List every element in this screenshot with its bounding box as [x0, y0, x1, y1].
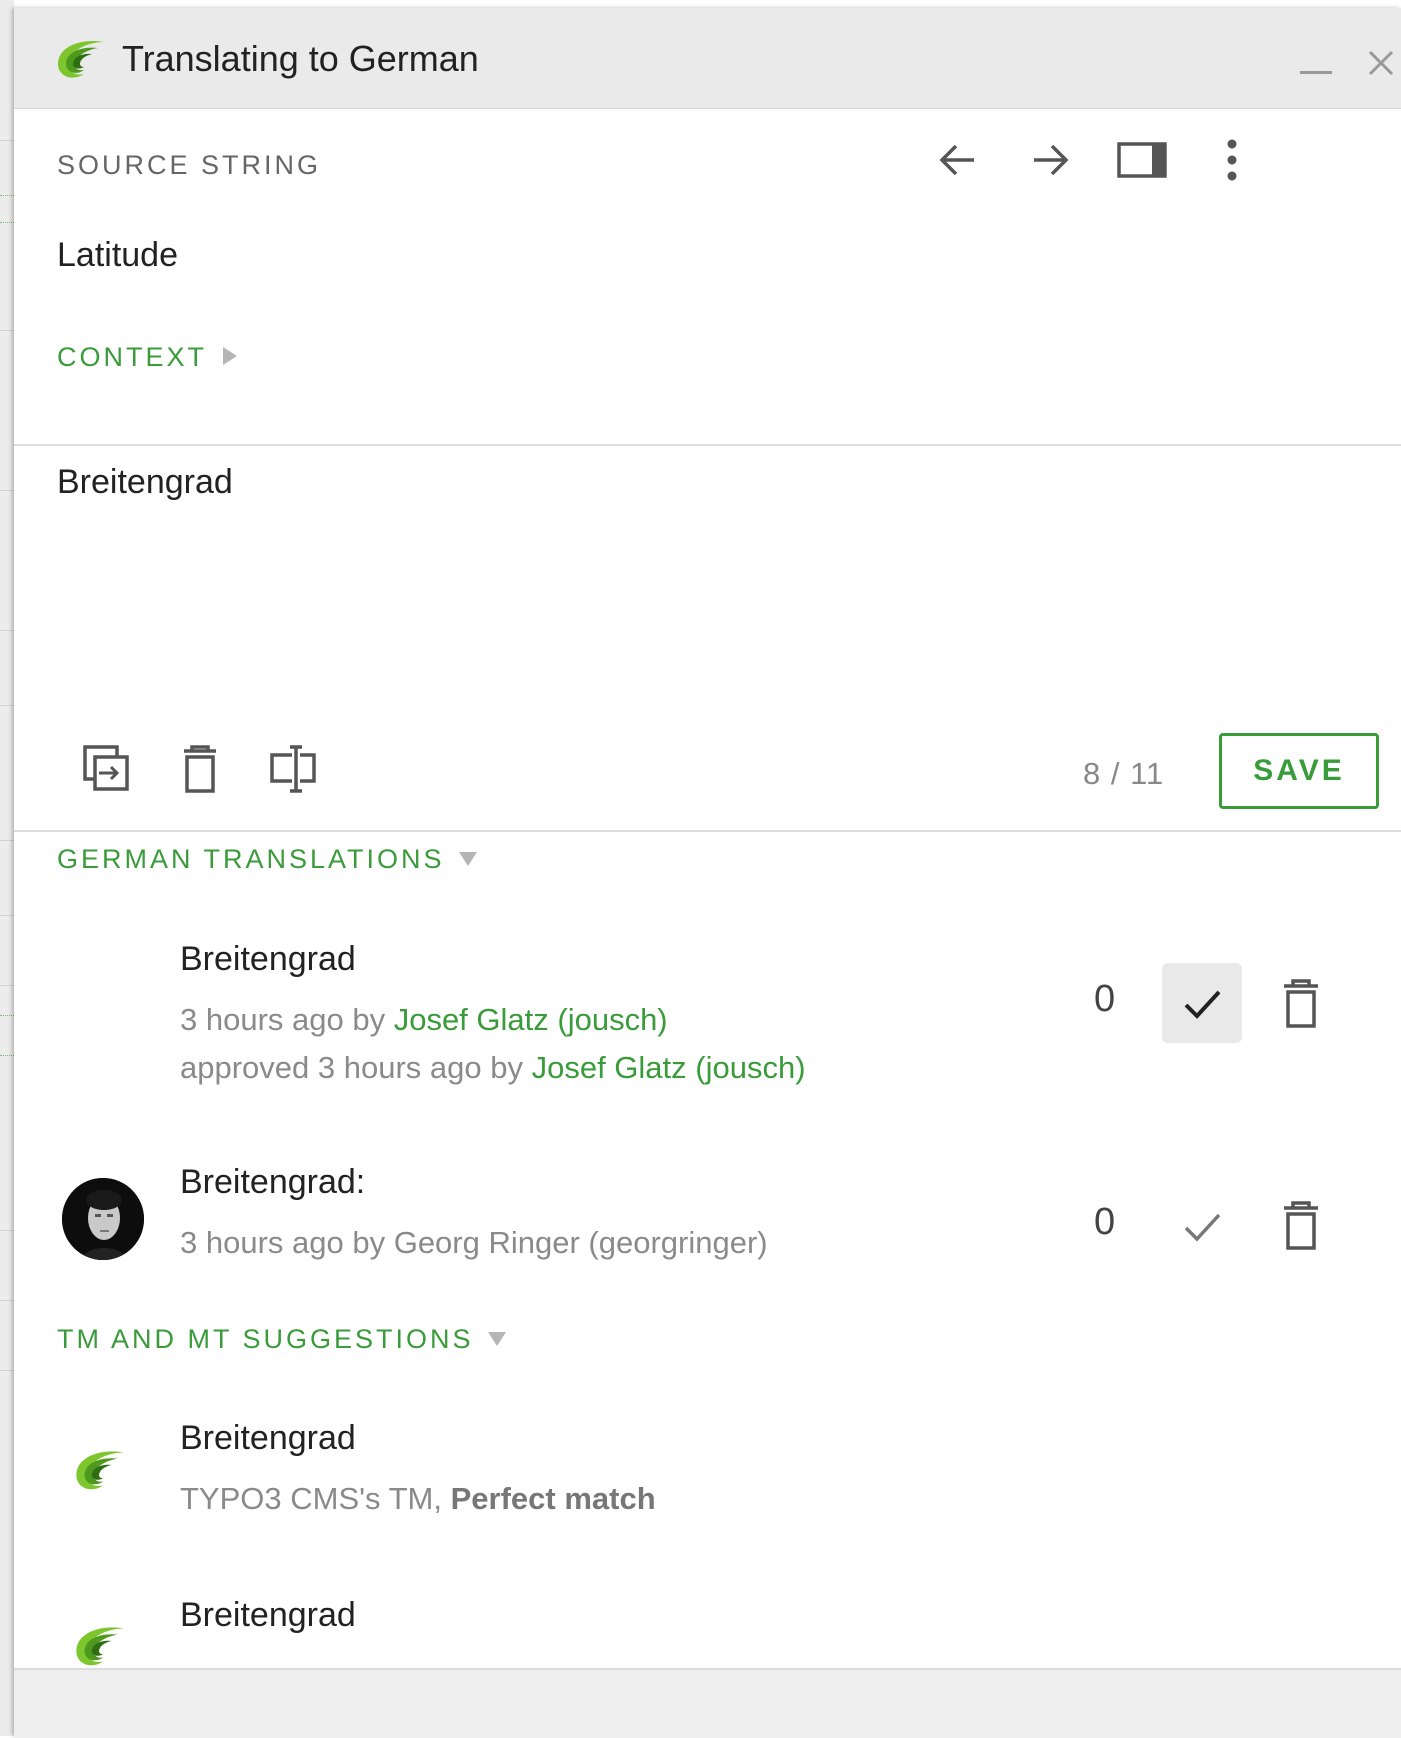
- copy-source-icon: [83, 745, 129, 791]
- crowdin-logo-icon: [66, 1620, 128, 1675]
- background-page: [0, 0, 14, 1736]
- suggestion-meta: TYPO3 CMS's TM, Perfect match: [180, 1481, 656, 1516]
- translation-text: Breitengrad: [180, 940, 356, 978]
- approve-button[interactable]: [1162, 1186, 1242, 1266]
- arrow-left-icon: [939, 144, 974, 176]
- trash-icon: [1284, 979, 1318, 1028]
- close-icon: [1368, 50, 1394, 76]
- context-label: CONTEXT: [57, 342, 208, 372]
- avatar: [62, 1178, 144, 1260]
- delete-translation-button[interactable]: [1276, 976, 1326, 1032]
- toggle-layout-button[interactable]: [1114, 132, 1170, 188]
- approver-link[interactable]: Josef Glatz (jousch): [532, 1050, 806, 1085]
- source-text: Latitude: [57, 236, 178, 274]
- resize-editor-button[interactable]: [266, 741, 322, 797]
- approval-meta: approved 3 hours ago by Josef Glatz (jou…: [180, 1050, 806, 1085]
- dialog-titlebar[interactable]: Translating to German: [14, 8, 1401, 109]
- triangle-down-icon: [487, 1332, 506, 1346]
- vote-count: 0: [1094, 1201, 1116, 1243]
- check-icon: [1184, 1213, 1221, 1242]
- close-button[interactable]: [1364, 46, 1398, 80]
- triangle-down-icon: [458, 852, 477, 866]
- crowdin-logo-icon: [66, 1444, 128, 1499]
- translations-label: GERMAN TRANSLATIONS: [57, 844, 445, 874]
- author-link[interactable]: Georg Ringer (georgringer): [394, 1225, 768, 1260]
- suggestions-section-toggle[interactable]: TM AND MT SUGGESTIONS: [57, 1324, 506, 1355]
- translation-dialog: Translating to German SOURCE STRING Lati…: [14, 8, 1401, 1738]
- previous-string-button[interactable]: [930, 132, 986, 188]
- translation-meta: 3 hours ago by Josef Glatz (jousch): [180, 1002, 668, 1037]
- delete-translation-button[interactable]: [1276, 1198, 1326, 1254]
- source-string-label: SOURCE STRING: [57, 150, 322, 180]
- check-icon: [1184, 990, 1221, 1019]
- trash-icon: [184, 745, 216, 793]
- sidebar-layout-icon: [1117, 142, 1167, 178]
- copy-source-button[interactable]: [79, 741, 135, 797]
- crowdin-logo-icon: [48, 34, 108, 87]
- context-toggle[interactable]: CONTEXT: [57, 342, 238, 373]
- vote-count: 0: [1094, 978, 1116, 1020]
- save-button[interactable]: SAVE: [1219, 733, 1379, 809]
- translation-input[interactable]: Breitengrad: [57, 463, 1357, 703]
- clear-translation-button[interactable]: [172, 741, 228, 797]
- text-cursor-icon: [270, 745, 316, 793]
- character-counter: 8 / 11: [1083, 756, 1165, 791]
- suggestion-text: Breitengrad: [180, 1596, 356, 1634]
- translations-section-toggle[interactable]: GERMAN TRANSLATIONS: [57, 844, 477, 875]
- arrow-right-icon: [1034, 144, 1069, 176]
- suggestions-label: TM AND MT SUGGESTIONS: [57, 1324, 474, 1354]
- next-string-button[interactable]: [1022, 132, 1078, 188]
- more-vert-icon: [1227, 139, 1237, 181]
- more-options-button[interactable]: [1204, 132, 1260, 188]
- approve-button[interactable]: [1162, 963, 1242, 1043]
- dialog-title: Translating to German: [122, 38, 479, 79]
- suggestion-text: Breitengrad: [180, 1419, 356, 1457]
- match-quality: Perfect match: [450, 1481, 656, 1516]
- dialog-footer: [14, 1668, 1401, 1738]
- author-link[interactable]: Josef Glatz (jousch): [394, 1002, 668, 1037]
- divider: [14, 444, 1401, 446]
- translation-text: Breitengrad:: [180, 1163, 366, 1201]
- translation-meta: 3 hours ago by Georg Ringer (georgringer…: [180, 1225, 768, 1260]
- trash-icon: [1284, 1201, 1318, 1250]
- minimize-button[interactable]: [1298, 42, 1336, 76]
- divider: [14, 830, 1401, 832]
- triangle-right-icon: [223, 347, 238, 365]
